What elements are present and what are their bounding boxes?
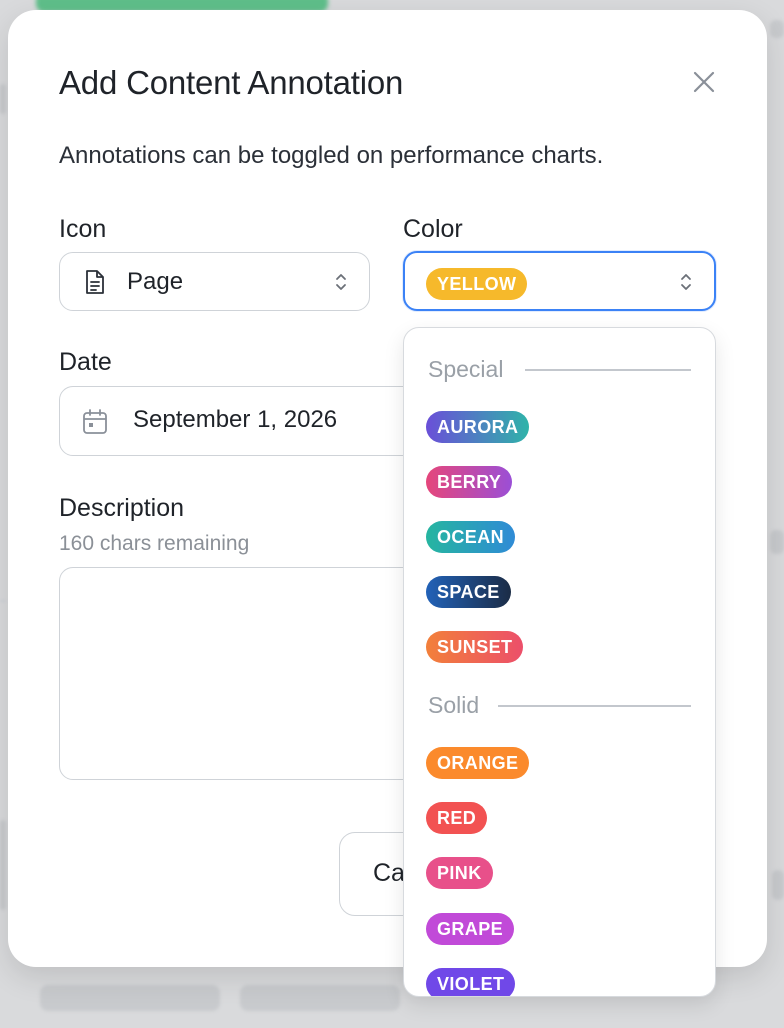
close-icon[interactable] bbox=[690, 68, 718, 96]
color-option-label: ORANGE bbox=[426, 747, 530, 779]
color-select-value: YELLOW bbox=[426, 268, 528, 300]
color-option-label: SPACE bbox=[426, 576, 511, 608]
color-option-aurora[interactable]: AURORA bbox=[426, 411, 530, 443]
background-shape bbox=[40, 985, 220, 1011]
chevron-up-down-icon bbox=[681, 274, 691, 290]
background-shape bbox=[0, 600, 6, 602]
color-option-label: BERRY bbox=[426, 466, 513, 498]
color-option-label: OCEAN bbox=[426, 521, 516, 553]
group-divider bbox=[498, 705, 691, 707]
color-option-red[interactable]: RED bbox=[426, 802, 488, 834]
description-char-count: 160 chars remaining bbox=[59, 532, 250, 555]
color-option-label: PINK bbox=[426, 857, 493, 889]
color-label: Color bbox=[403, 215, 463, 243]
modal-subtitle: Annotations can be toggled on performanc… bbox=[59, 142, 604, 169]
calendar-icon bbox=[83, 409, 107, 434]
color-option-orange[interactable]: ORANGE bbox=[426, 747, 530, 779]
background-shape bbox=[770, 20, 784, 38]
group-divider bbox=[525, 369, 691, 371]
background-shape bbox=[0, 820, 6, 910]
color-dropdown[interactable]: Special AURORA BERRY OCEAN SPACE SUNSET … bbox=[403, 327, 716, 997]
color-option-label: VIOLET bbox=[426, 968, 516, 996]
color-option-pink[interactable]: PINK bbox=[426, 857, 493, 889]
icon-select[interactable]: Page bbox=[59, 252, 370, 311]
color-option-violet[interactable]: VIOLET bbox=[426, 968, 516, 996]
icon-label: Icon bbox=[59, 215, 107, 243]
modal-title: Add Content Annotation bbox=[59, 64, 404, 101]
description-label: Description bbox=[59, 494, 185, 522]
date-input-value: September 1, 2026 bbox=[133, 406, 338, 433]
group-heading-solid: Solid bbox=[428, 692, 480, 718]
color-option-space[interactable]: SPACE bbox=[426, 576, 511, 608]
background-shape bbox=[770, 530, 784, 554]
color-select[interactable]: YELLOW bbox=[403, 251, 716, 311]
color-option-label: AURORA bbox=[426, 411, 530, 443]
page-icon bbox=[86, 270, 104, 294]
background-shape bbox=[772, 870, 784, 900]
color-option-berry[interactable]: BERRY bbox=[426, 466, 513, 498]
date-label: Date bbox=[59, 348, 112, 376]
color-option-grape[interactable]: GRAPE bbox=[426, 913, 515, 945]
color-option-label: GRAPE bbox=[426, 913, 515, 945]
icon-select-value: Page bbox=[127, 268, 184, 295]
color-option-label: SUNSET bbox=[426, 631, 524, 663]
background-shape bbox=[0, 84, 6, 114]
color-option-sunset[interactable]: SUNSET bbox=[426, 631, 524, 663]
color-option-ocean[interactable]: OCEAN bbox=[426, 521, 516, 553]
description-textarea[interactable] bbox=[59, 567, 459, 780]
color-option-label: RED bbox=[426, 802, 488, 834]
cancel-button-label: Ca bbox=[373, 859, 405, 887]
background-shape bbox=[240, 985, 400, 1011]
date-input[interactable]: September 1, 2026 bbox=[59, 386, 459, 456]
group-heading-special: Special bbox=[428, 356, 504, 382]
chevron-up-down-icon bbox=[336, 274, 346, 290]
